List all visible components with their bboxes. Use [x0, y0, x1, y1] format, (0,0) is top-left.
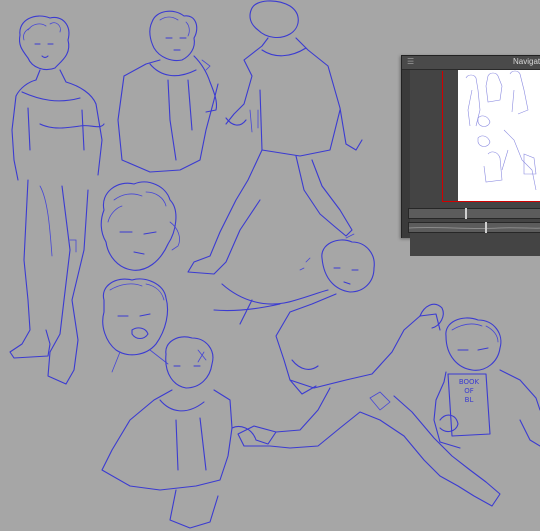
book-text-line-1: BOOK	[458, 378, 480, 386]
zoom-slider[interactable]	[408, 208, 540, 219]
navigator-view-rectangle[interactable]	[442, 71, 540, 202]
zoom-slider-handle[interactable]	[465, 208, 467, 219]
book-text-line-3: BL	[464, 396, 474, 404]
sketch-figure-walking	[187, 0, 363, 275]
sketch-figure-running	[213, 233, 501, 507]
menu-icon[interactable]: ☰	[407, 58, 415, 66]
sketch-head-1	[100, 181, 180, 271]
sketch-head-2	[102, 278, 169, 373]
sketch-figure-hand-chin	[117, 10, 219, 173]
sketch-figure-standing-left	[9, 15, 105, 385]
sketch-figure-cloaked	[101, 336, 277, 529]
navigator-title: Navigator	[513, 57, 540, 66]
rotation-slider-track	[409, 226, 540, 230]
navigator-titlebar[interactable]: ☰ Navigator	[402, 56, 540, 70]
book-text-line-2: OF	[464, 387, 474, 395]
rotation-slider[interactable]	[408, 222, 540, 233]
book-cover-text: BOOK OF BL	[451, 378, 487, 405]
navigator-panel[interactable]: ☰ Navigator	[401, 55, 540, 256]
sketch-figure-book	[433, 317, 540, 449]
rotation-slider-handle[interactable]	[485, 222, 487, 233]
